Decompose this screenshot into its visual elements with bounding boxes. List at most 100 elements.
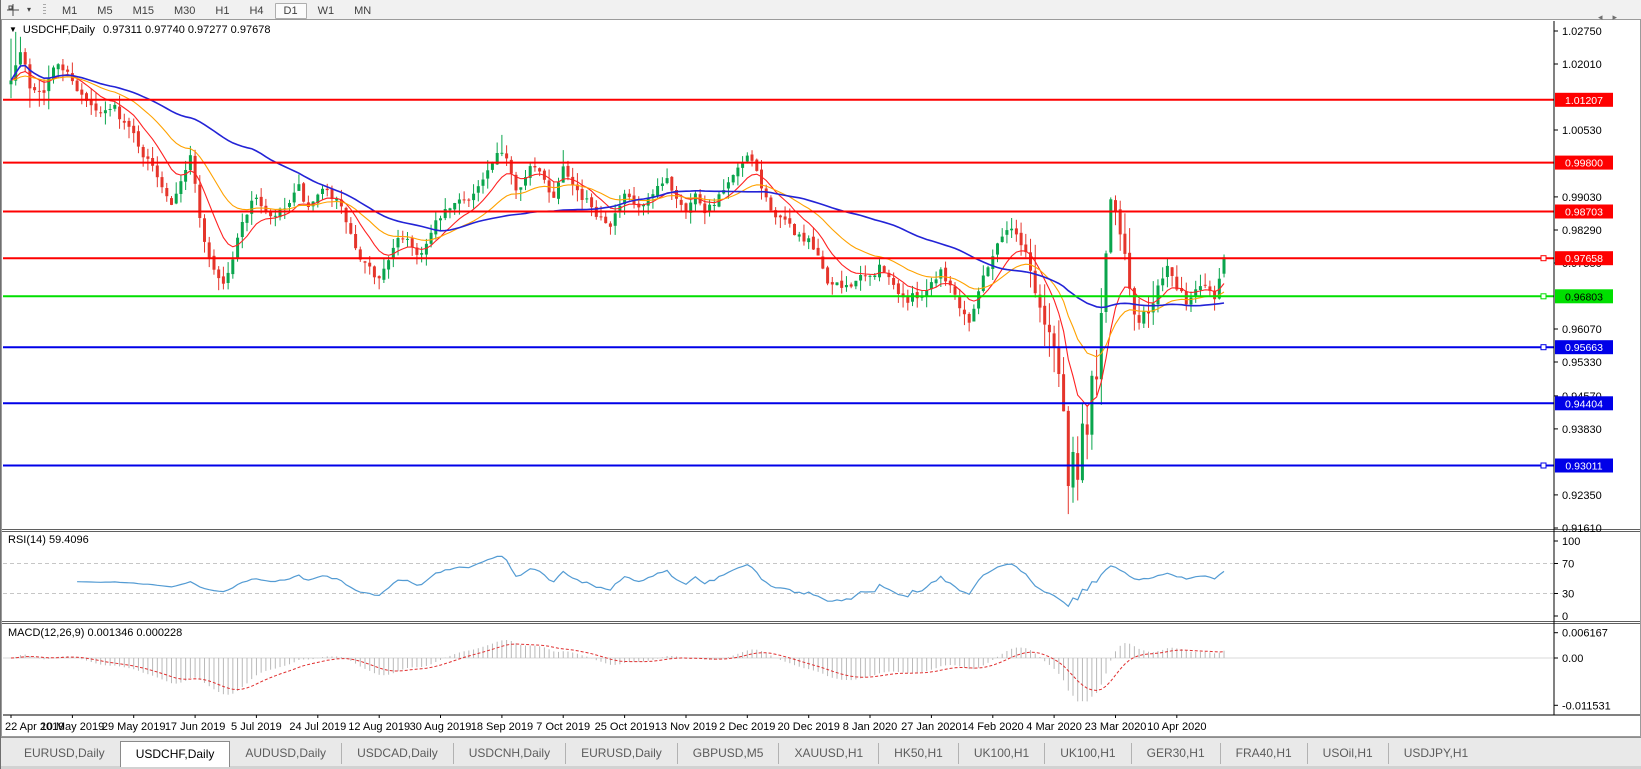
candle-body <box>967 314 971 323</box>
candle-body <box>122 120 126 123</box>
chart-tab-bar: EURUSD,Daily USDCHF,Daily AUDUSD,Daily USDC… <box>1 737 1641 767</box>
line-drag-handle[interactable] <box>1540 255 1547 262</box>
line-drag-handle[interactable] <box>1540 344 1547 351</box>
tab-usdcnh-daily[interactable]: USDCNH,Daily <box>452 743 566 764</box>
candle-body <box>132 125 136 134</box>
candle-body <box>37 90 41 92</box>
symbol-dropdown-icon[interactable]: ▼ <box>9 25 17 34</box>
candle-body <box>103 110 107 114</box>
candle-body <box>788 218 792 224</box>
candle-body <box>1080 423 1084 481</box>
tab-usdchf-daily[interactable]: USDCHF,Daily <box>119 741 231 767</box>
date-label: 5 Jul 2019 <box>231 721 282 733</box>
candle-body <box>670 176 674 191</box>
date-label: 2 Dec 2019 <box>719 721 775 733</box>
timeframe-button-m15[interactable]: M15 <box>124 3 163 19</box>
tab-audusd-daily[interactable]: AUDUSD,Daily <box>230 743 342 764</box>
candle-body <box>118 106 122 120</box>
candle-body <box>1047 324 1051 333</box>
candle-body <box>1203 284 1207 286</box>
tab-eurusd-daily[interactable]: EURUSD,Daily <box>9 743 120 764</box>
candle-body <box>660 183 664 186</box>
price-label-text: 0.98703 <box>1565 207 1603 219</box>
candle-body <box>769 197 773 211</box>
tab-eurusd-daily[interactable]: EURUSD,Daily <box>565 743 677 764</box>
chart-workspace[interactable]: 1.027501.020101.005300.990300.982900.975… <box>1 19 1641 737</box>
candle-body <box>321 188 324 194</box>
date-label: 13 Nov 2019 <box>655 721 717 733</box>
timeframe-button-m1[interactable]: M1 <box>53 3 86 19</box>
candle-body <box>136 131 140 147</box>
candle-body <box>585 198 589 200</box>
candle-body <box>368 262 372 267</box>
candle-body <box>580 188 584 200</box>
timeframe-button-h4[interactable]: H4 <box>240 3 272 19</box>
candle-body <box>302 183 306 202</box>
candle-body <box>75 80 79 92</box>
candle-body <box>476 186 480 193</box>
candle-body <box>849 284 853 287</box>
candle-body <box>325 188 329 191</box>
tab-scroll-arrows[interactable]: ◂▸ <box>1598 12 1627 23</box>
tab-usdjpy-h1[interactable]: USDJPY,H1 <box>1387 743 1484 764</box>
candle-body <box>108 109 112 110</box>
tab-gbpusd-m5[interactable]: GBPUSD,M5 <box>676 743 779 764</box>
candle-body <box>1222 257 1226 274</box>
date-label: 23 Mar 2020 <box>1085 721 1147 733</box>
price-tick-label: 0.95330 <box>1562 357 1602 369</box>
candle-body <box>1014 228 1018 235</box>
timeframe-button-h1[interactable]: H1 <box>206 3 238 19</box>
timeframe-button-m30[interactable]: M30 <box>165 3 204 19</box>
candle-body <box>1071 452 1075 488</box>
candle-body <box>538 168 542 172</box>
candle-body <box>750 154 754 161</box>
dropdown-caret-icon[interactable]: ▾ <box>23 5 35 14</box>
candle-body <box>571 176 575 186</box>
candle-body <box>1170 267 1174 276</box>
candle-body <box>160 177 164 188</box>
timeframe-button-w1[interactable]: W1 <box>309 3 344 19</box>
price-tick-label: 0.93830 <box>1562 424 1602 436</box>
tab-uk100-h1[interactable]: UK100,H1 <box>957 743 1045 764</box>
candle-body <box>33 87 37 91</box>
candle-body <box>217 269 221 279</box>
candle-body <box>778 215 782 218</box>
macd-layer <box>3 640 1553 702</box>
candle-body <box>1137 315 1141 323</box>
tab-ger30-h1[interactable]: GER30,H1 <box>1130 743 1220 764</box>
candle-body <box>1090 375 1094 435</box>
candle-body <box>429 232 433 244</box>
tab-uk100-h1[interactable]: UK100,H1 <box>1044 743 1131 764</box>
candle-body <box>170 198 173 205</box>
tab-fra40-h1[interactable]: FRA40,H1 <box>1219 743 1307 764</box>
chart-cursor-tool-icon[interactable] <box>3 1 23 18</box>
candle-body <box>1095 376 1099 380</box>
candle-body <box>1142 311 1146 324</box>
line-drag-handle[interactable] <box>1540 293 1547 300</box>
candle-body <box>146 156 150 159</box>
candle-body <box>420 253 424 255</box>
candle-body <box>1165 265 1169 277</box>
candle-body <box>198 184 202 218</box>
date-label: 27 Jan 2020 <box>901 721 962 733</box>
price-tick-label: 1.02010 <box>1562 59 1602 71</box>
tab-usdcad-daily[interactable]: USDCAD,Daily <box>341 743 453 764</box>
tab-xauusd-h1[interactable]: XAUUSD,H1 <box>778 743 879 764</box>
timeframe-button-d1[interactable]: D1 <box>274 2 307 19</box>
timeframe-button-m5[interactable]: M5 <box>88 3 121 19</box>
candle-body <box>590 197 594 208</box>
tab-hk50-h1[interactable]: HK50,H1 <box>878 743 958 764</box>
chart-canvas[interactable]: 1.027501.020101.005300.990300.982900.975… <box>1 19 1641 737</box>
line-drag-handle[interactable] <box>1540 462 1547 469</box>
candle-body <box>972 308 976 322</box>
candle-body <box>1043 305 1047 325</box>
candle-body <box>236 237 240 259</box>
candle-body <box>372 266 376 278</box>
candle-body <box>835 282 839 286</box>
tab-usoil-h1[interactable]: USOil,H1 <box>1306 743 1388 764</box>
price-tick-label: 1.02750 <box>1562 26 1602 38</box>
candle-body <box>684 203 688 212</box>
candle-body <box>736 167 740 177</box>
candle-body <box>448 208 452 211</box>
timeframe-button-mn[interactable]: MN <box>345 3 380 19</box>
